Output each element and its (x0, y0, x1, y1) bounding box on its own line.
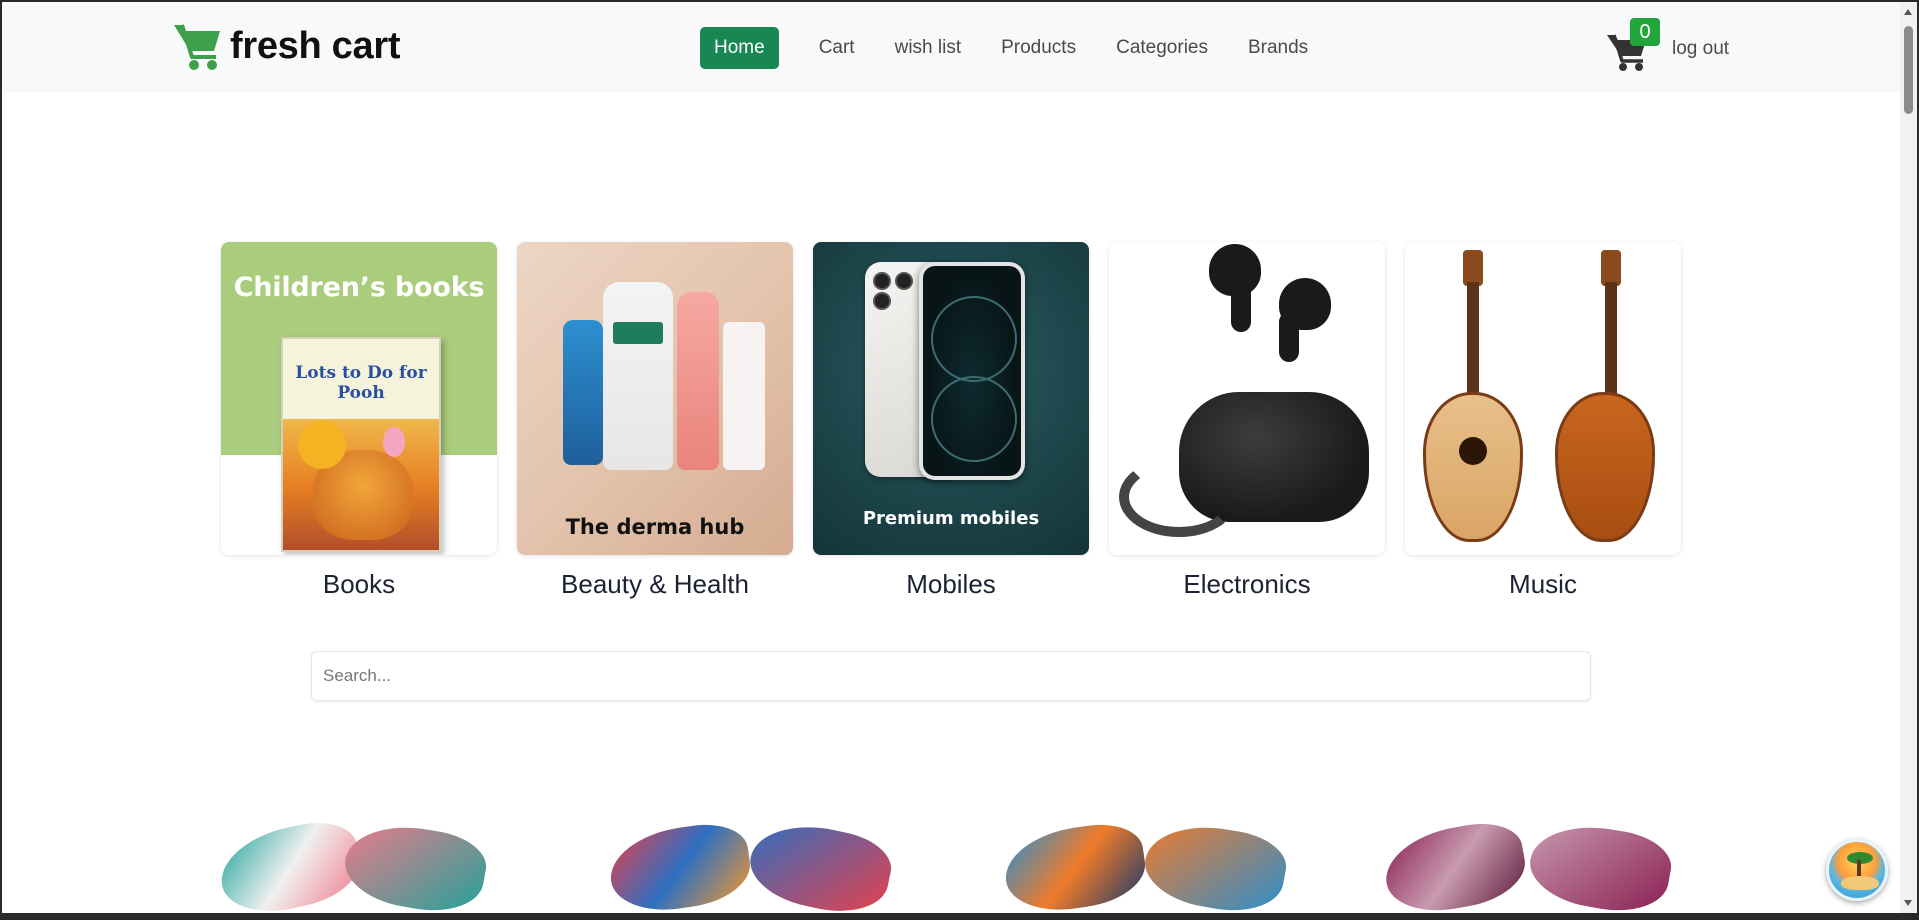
book-title: Lots to Do for Pooh (295, 363, 427, 403)
category-card-electronics[interactable]: Electronics (1109, 242, 1385, 600)
page-scrollbar[interactable] (1900, 2, 1917, 913)
category-name-beauty: Beauty & Health (561, 569, 749, 599)
product-card[interactable] (600, 814, 897, 920)
main-nav: Home Cart wish list Products Categories … (700, 26, 1328, 70)
category-image-books: Children’s books Lots to Do for Pooh (221, 242, 497, 555)
nav-home[interactable]: Home (700, 27, 779, 69)
category-card-music[interactable]: Music (1405, 242, 1681, 600)
category-name-books: Books (322, 569, 396, 599)
category-image-electronics (1109, 242, 1385, 555)
book-cover: Lots to Do for Pooh (281, 337, 441, 552)
floating-beach-badge-icon[interactable] (1826, 839, 1888, 901)
product-card[interactable] (995, 816, 1291, 920)
product-card[interactable] (1379, 816, 1676, 920)
beauty-banner-text: The derma hub (565, 515, 745, 539)
navbar: fresh cart Home Cart wish list Products … (2, 2, 1900, 89)
nav-right: 0 log out (1606, 14, 1729, 78)
cart-button[interactable]: 0 (1606, 18, 1660, 74)
brand-logo-link[interactable]: fresh cart (172, 20, 401, 72)
cart-icon (172, 21, 224, 71)
cart-count-badge: 0 (1630, 18, 1660, 46)
category-image-music (1405, 242, 1681, 555)
search-input[interactable] (311, 651, 1591, 701)
nav-categories[interactable]: Categories (1096, 27, 1228, 69)
scrollbar-thumb[interactable] (1904, 26, 1913, 114)
mobiles-banner-text: Premium mobiles (862, 508, 1040, 529)
nav-wish-list[interactable]: wish list (875, 27, 982, 69)
product-card[interactable] (213, 814, 505, 920)
scroll-up-arrow-icon[interactable] (1904, 9, 1912, 15)
product-grid (213, 814, 1685, 920)
logout-link[interactable]: log out (1672, 38, 1729, 60)
category-card-beauty[interactable]: The derma hub Beauty & Health (517, 242, 793, 600)
category-name-mobiles: Mobiles (906, 569, 996, 599)
category-card-mobiles[interactable]: Premium mobiles Mobiles (813, 242, 1089, 600)
books-banner-text: Children’s books (233, 272, 485, 303)
brand-name: fresh cart (230, 24, 401, 67)
category-image-beauty: The derma hub (517, 242, 793, 555)
category-card-books[interactable]: Children’s books Lots to Do for Pooh Boo… (221, 242, 497, 600)
nav-products[interactable]: Products (981, 27, 1096, 69)
category-slider: Children’s books Lots to Do for Pooh Boo… (221, 242, 1681, 600)
category-name-music: Music (1509, 569, 1577, 599)
category-image-mobiles: Premium mobiles (813, 242, 1089, 555)
nav-brands[interactable]: Brands (1228, 27, 1328, 69)
category-name-electronics: Electronics (1183, 569, 1311, 599)
nav-cart[interactable]: Cart (799, 27, 875, 69)
scroll-down-arrow-icon[interactable] (1904, 900, 1912, 906)
